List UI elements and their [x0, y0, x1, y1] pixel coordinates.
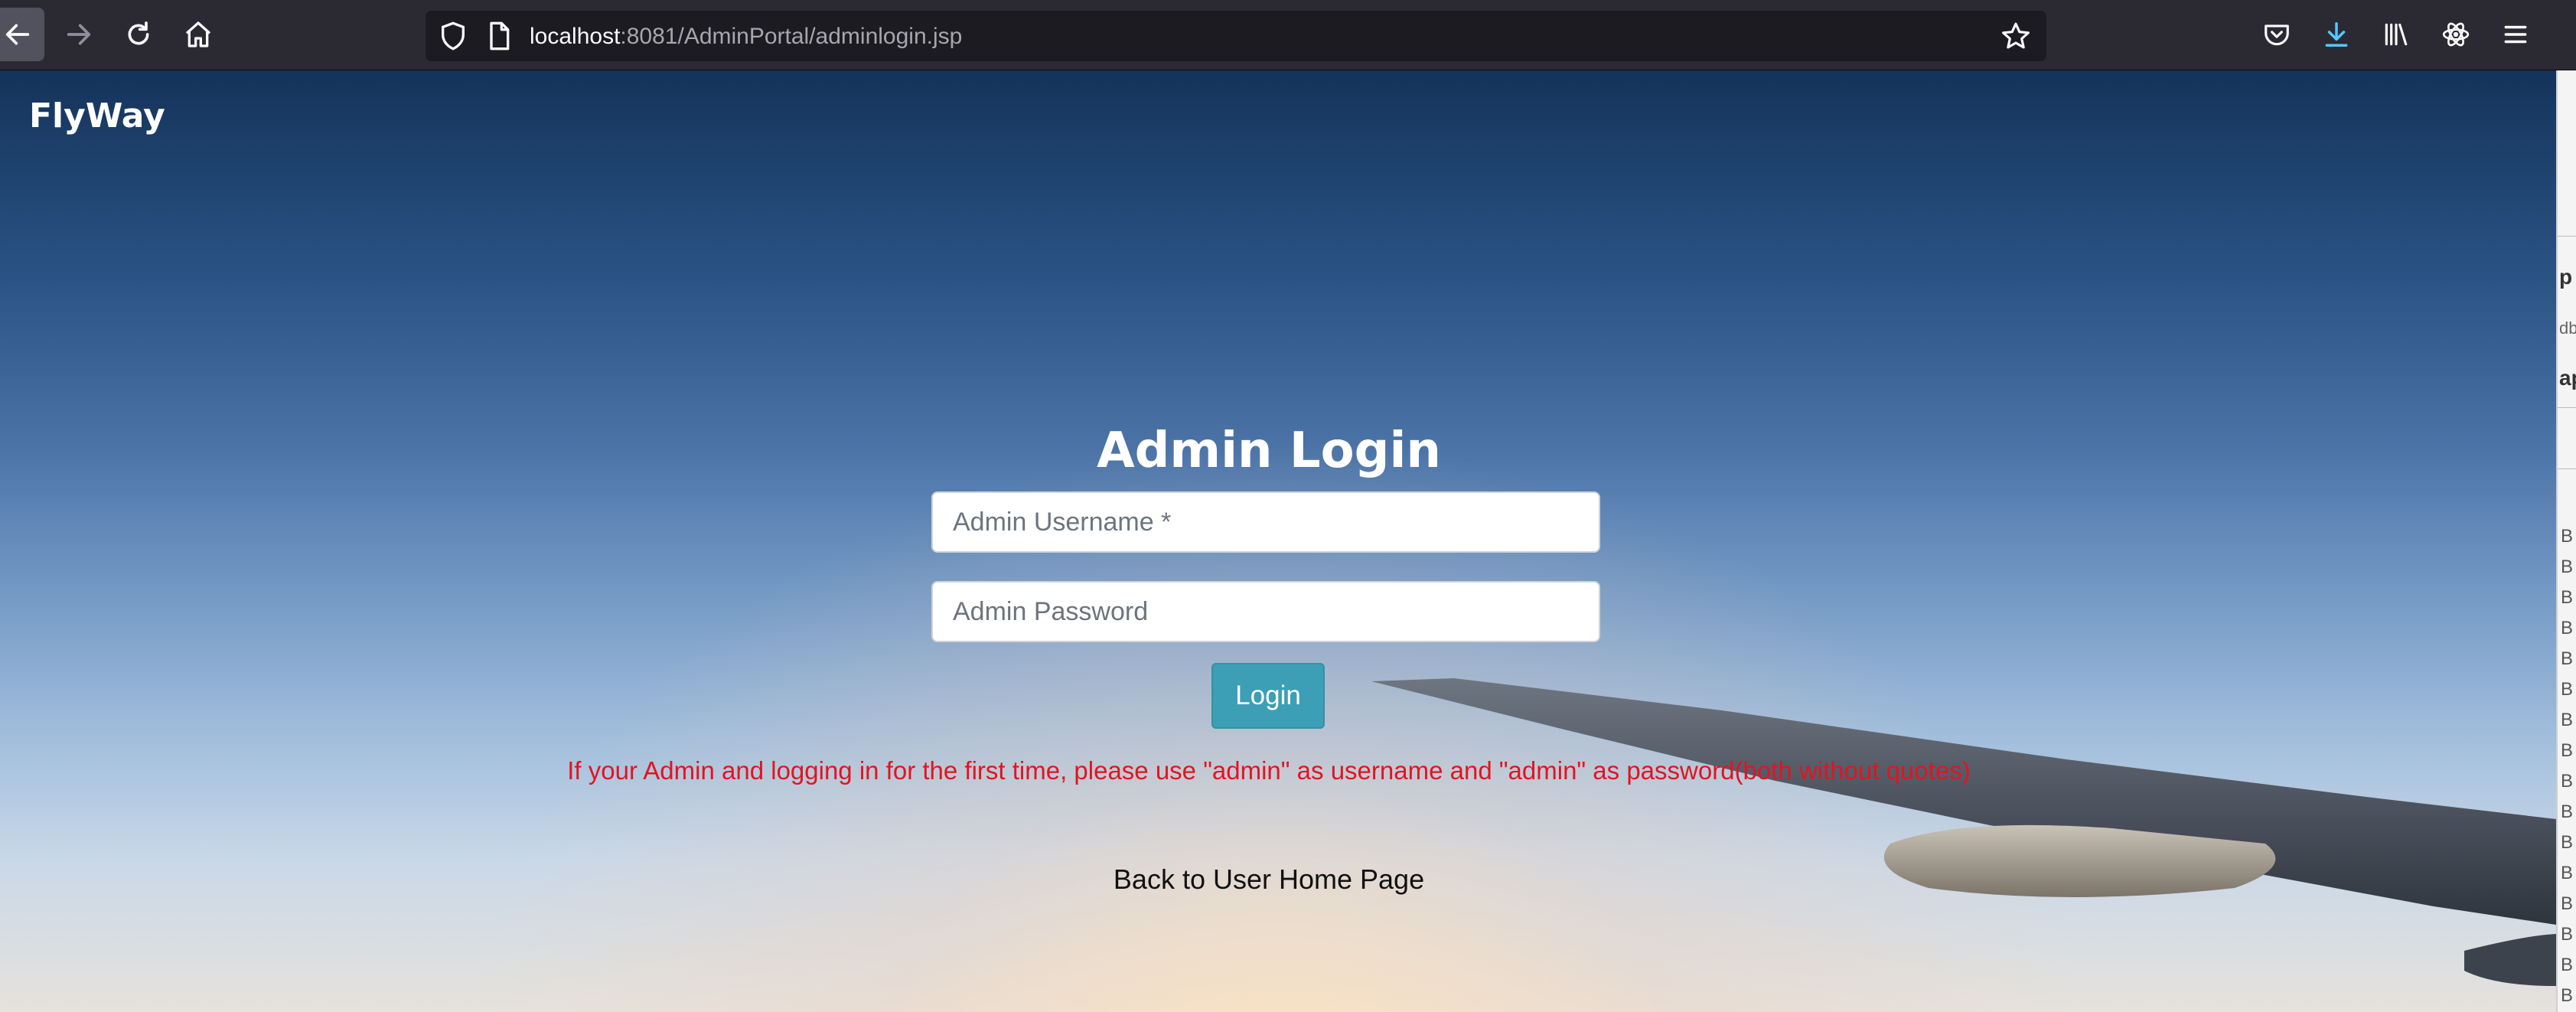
extension-icon: [2442, 22, 2470, 47]
edge-row: B: [2561, 771, 2574, 792]
home-button[interactable]: [171, 8, 225, 61]
edge-fragment: ap: [2559, 366, 2576, 390]
url-host: localhost: [530, 24, 621, 49]
edge-row: B: [2561, 648, 2574, 669]
edge-fragment: db: [2559, 318, 2576, 338]
admin-username-input[interactable]: [931, 491, 1600, 553]
edge-row: B: [2561, 740, 2574, 761]
edge-row: B: [2561, 801, 2574, 822]
url-bar[interactable]: localhost:8081/AdminPortal/adminlogin.js…: [426, 11, 2046, 61]
edge-row: B: [2561, 587, 2574, 608]
edge-divider: [2558, 236, 2576, 237]
edge-row: B: [2561, 618, 2574, 638]
back-button[interactable]: [0, 8, 44, 61]
extension-button[interactable]: [2432, 11, 2480, 58]
browser-toolbar: localhost:8081/AdminPortal/adminlogin.js…: [0, 0, 2576, 70]
page-content: FlyWay Admin Login Login If your Admin a…: [0, 70, 2556, 1012]
url-path: :8081/AdminPortal/adminlogin.jsp: [620, 24, 963, 49]
edge-fragment: p: [2559, 265, 2573, 289]
pocket-icon: [2265, 24, 2289, 46]
menu-icon: [2504, 25, 2527, 44]
edge-divider: [2558, 407, 2576, 408]
edge-row: B: [2561, 863, 2574, 883]
back-to-user-home-link[interactable]: Back to User Home Page: [1114, 863, 1424, 895]
edge-row: B: [2561, 679, 2574, 700]
edge-row: B: [2561, 832, 2574, 853]
page-icon[interactable]: [484, 21, 514, 51]
edge-divider: [2558, 468, 2576, 469]
forward-icon: [67, 24, 91, 45]
url-text[interactable]: localhost:8081/AdminPortal/adminlogin.js…: [530, 21, 962, 52]
login-button[interactable]: Login: [1211, 663, 1325, 729]
edge-row: B: [2561, 955, 2574, 975]
menu-button[interactable]: [2492, 11, 2539, 58]
library-button[interactable]: [2372, 11, 2420, 58]
shield-icon[interactable]: [438, 21, 468, 51]
reload-icon: [128, 21, 149, 45]
first-login-hint: If your Admin and logging in for the fir…: [567, 756, 1971, 785]
downloads-button[interactable]: [2313, 11, 2360, 58]
edge-row: B: [2561, 557, 2574, 577]
forward-button[interactable]: [52, 8, 106, 61]
admin-password-input[interactable]: [931, 581, 1600, 642]
reload-button[interactable]: [112, 8, 165, 61]
background-window-edge: p db ap B B B B B B B B B B B B B B B B: [2556, 70, 2576, 1012]
edge-row: B: [2561, 710, 2574, 730]
back-icon: [5, 24, 30, 45]
download-icon: [2325, 22, 2348, 47]
edge-row: B: [2561, 985, 2574, 1006]
home-icon: [185, 21, 211, 47]
brand-logo[interactable]: FlyWay: [29, 96, 165, 135]
edge-row: B: [2561, 526, 2574, 547]
star-icon[interactable]: [2000, 21, 2031, 51]
page-title: Admin Login: [1097, 423, 1441, 479]
edge-row: B: [2561, 924, 2574, 945]
pocket-button[interactable]: [2253, 11, 2300, 58]
library-icon: [2385, 23, 2408, 46]
edge-row: B: [2561, 893, 2574, 914]
back-to-home-container: Back to User Home Page: [0, 863, 2538, 896]
